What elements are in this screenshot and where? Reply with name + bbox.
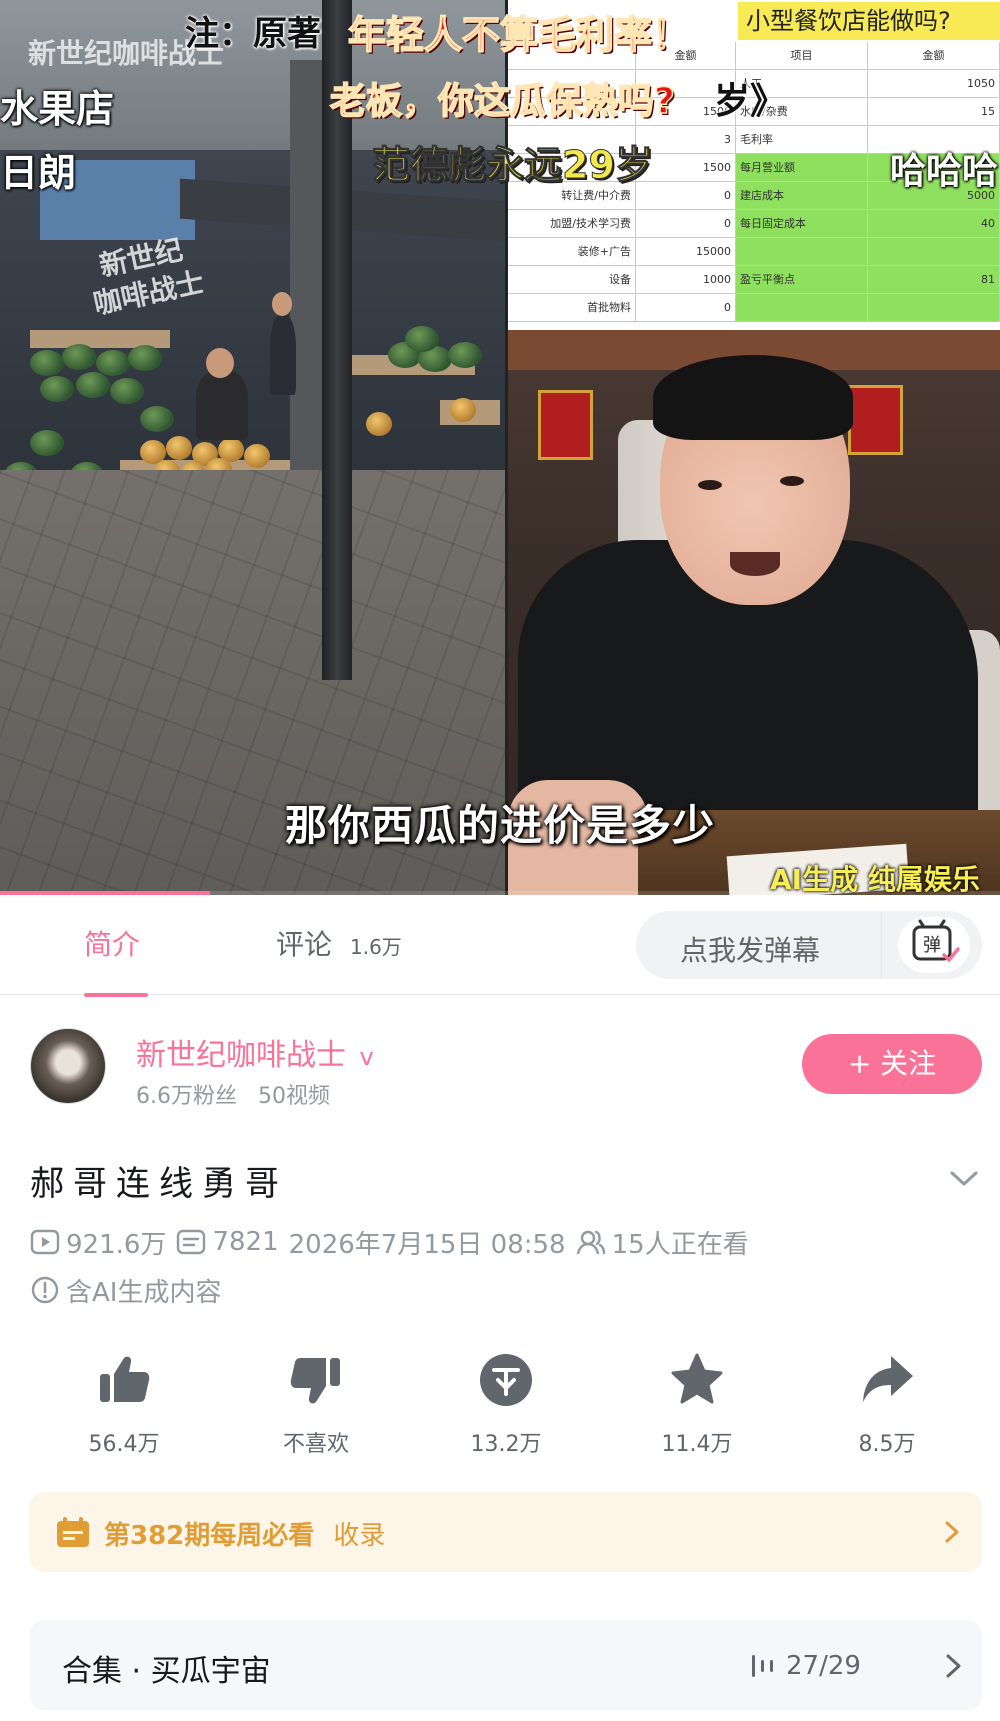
episodes-icon [752,1655,773,1677]
table-cell: 设备 [508,266,636,293]
weekly-text: 第382期每周必看 收录 [104,1515,385,1552]
coin-button[interactable]: 13.2万 [441,1352,571,1458]
table-cell [736,238,868,265]
video-subtitle: 那你西瓜的进价是多少 [284,801,715,850]
chevron-right-icon [946,1654,961,1678]
danmaku-count: 7821 [212,1227,279,1257]
video-player[interactable]: 新世纪咖啡战士 水果店 日朗 新世纪 咖啡战士 小型餐饮店能做吗? 金额 项目 … [0,0,1000,895]
ai-generated-tag: AI生成 纯属娱乐 [770,863,980,895]
danmaku-divider [881,911,882,979]
table-header: 项目 [736,42,868,69]
ai-notice-text: 含AI生成内容 [66,1277,222,1308]
shop-text: 水果店 [0,87,115,131]
calendar-icon [57,1517,89,1547]
weekly-suffix: 收录 [333,1521,386,1551]
table-cell [736,294,868,321]
tab-intro[interactable]: 简介 [84,923,140,963]
dislike-label: 不喜欢 [282,1432,349,1457]
tab-bar: 简介 评论 1.6万 点我发弹幕 弹 [0,895,1000,997]
table-row: 装修+广告 15000 [508,238,1000,266]
table-cell: 81 [868,266,1000,293]
share-button[interactable]: 8.5万 [822,1352,952,1458]
video-title: 郝哥连线勇哥 [30,1164,288,1204]
table-cell: 每日固定成本 [736,210,868,237]
comments-count[interactable]: 1.6万 [350,931,402,960]
video-count: 50视频 [258,1084,330,1109]
overlay-caption-yellow: 范德彪永远29岁 [372,143,654,188]
share-icon [863,1356,913,1402]
weekly-issue: 第382期每周必看 [104,1521,315,1551]
tab-active-indicator [84,993,148,997]
verified-mark: v [359,1043,374,1071]
like-count: 56.4万 [88,1432,160,1457]
table-cell: 首批物料 [508,294,636,321]
table-cell: 加盟/技术学习费 [508,210,636,237]
uploader-name-text[interactable]: 新世纪咖啡战士 [136,1038,346,1073]
danmaku-placeholder[interactable]: 点我发弹幕 [680,929,820,969]
table-cell: 15 [868,98,1000,125]
table-cell: 每月营业额 [736,154,868,181]
weekly-must-watch-banner[interactable]: 第382期每周必看 收录 [30,1492,982,1572]
table-cell: 1050 [868,70,1000,97]
danmaku-icon-glyph: 弹 [923,935,941,956]
table-cell [868,238,1000,265]
collection-card[interactable]: 合集 · 买瓜宇宙 27/29 [30,1620,982,1710]
danmaku-input[interactable]: 点我发弹幕 弹 [636,911,982,979]
spreadsheet-title: 小型餐饮店能做吗? [738,2,1000,40]
overlay-note: 注：原著 [185,14,321,54]
table-row: 首批物料 0 [508,294,1000,322]
play-count-icon [30,1229,60,1255]
collection-progress: 27/29 [786,1651,861,1681]
dislike-icon [290,1358,340,1404]
chevron-down-icon[interactable] [946,1160,982,1196]
uploader-avatar[interactable] [30,1028,106,1104]
overlay-caption-tail: 岁》 [714,81,787,122]
table-cell: 建店成本 [736,182,868,209]
table-cell [868,294,1000,321]
video-meta: 921.6万 7821 2026年7月15日 08:58 15人正在看 [30,1222,759,1262]
table-row: 加盟/技术学习费 0 每日固定成本 40 [508,210,1000,238]
danmaku-icon: 弹 [912,919,960,962]
overlay-caption-red: 年轻人不算毛利率！ [347,12,691,58]
chevron-right-icon [945,1521,959,1543]
star-icon [671,1353,723,1404]
table-cell: 盈亏平衡点 [736,266,868,293]
table-header: 金额 [868,42,1000,69]
favorite-count: 11.4万 [661,1432,733,1457]
share-count: 8.5万 [858,1432,916,1457]
table-row: 设备 1000 盈亏平衡点 81 [508,266,1000,294]
like-icon [100,1356,150,1402]
like-button[interactable]: 56.4万 [59,1352,189,1458]
uploader-stats: 6.6万粉丝 50视频 [136,1078,330,1110]
favorite-button[interactable]: 11.4万 [632,1352,762,1458]
name-text: 日朗 [0,151,77,195]
publish-time: 2026年7月15日 08:58 [288,1229,566,1260]
table-cell: 毛利率 [736,126,868,153]
collection-title: 合集 · 买瓜宇宙 [62,1654,271,1689]
table-cell: 0 [636,294,736,321]
coin-icon [480,1354,532,1406]
table-cell: 40 [868,210,1000,237]
overlay-caption-red: 老板，你这瓜保熟吗? [329,80,675,123]
table-cell: 装修+广告 [508,238,636,265]
follow-button[interactable]: + 关注 [802,1034,982,1094]
watching-count: 15人正在看 [611,1229,749,1260]
tab-comments[interactable]: 评论 [276,923,332,963]
viewers-icon [576,1230,605,1255]
overlay-caption-haha: 哈哈哈 [890,151,999,192]
dislike-button[interactable]: 不喜欢 [251,1352,381,1458]
view-count: 921.6万 [66,1229,167,1260]
info-icon [31,1276,59,1304]
danmaku-toggle-button[interactable]: 弹 [898,917,970,973]
coin-count: 13.2万 [470,1432,542,1457]
ai-content-notice[interactable]: 含AI生成内容 [30,1270,221,1310]
fans-count: 6.6万粉丝 [136,1084,237,1109]
table-cell: 1000 [636,266,736,293]
danmaku-count-icon [177,1229,206,1255]
table-cell: 0 [636,210,736,237]
uploader-name[interactable]: 新世纪咖啡战士 v [136,1030,374,1074]
table-cell: 15000 [636,238,736,265]
